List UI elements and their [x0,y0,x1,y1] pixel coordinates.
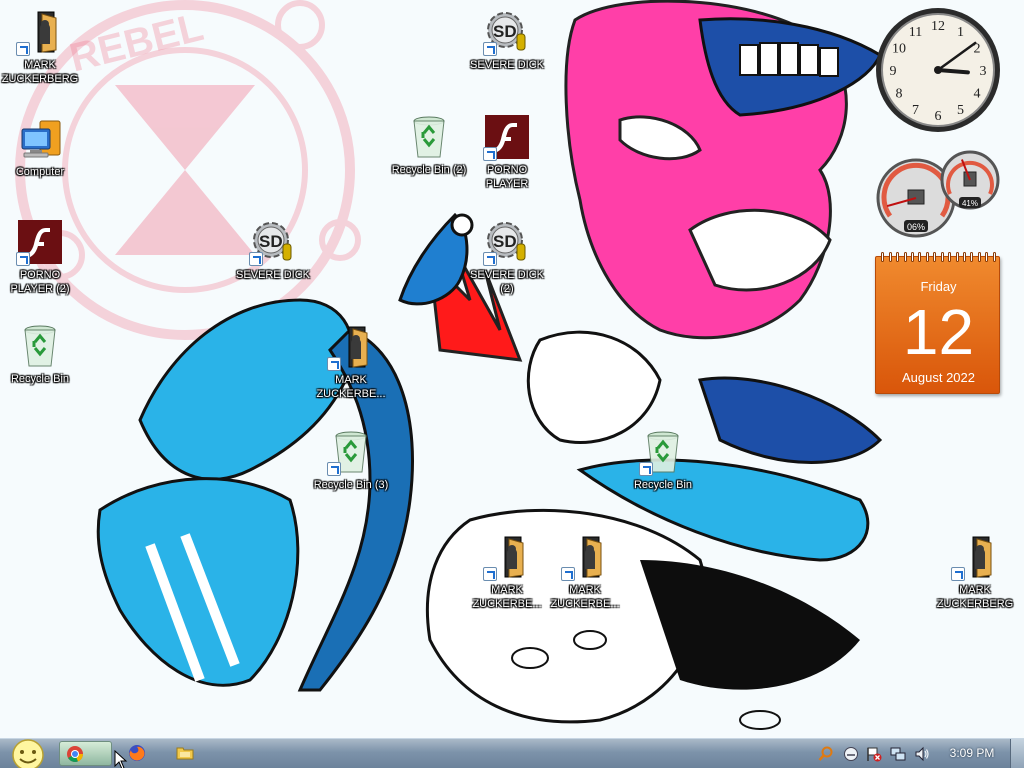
mouse-cursor-icon [114,750,128,768]
sd-gear-icon: SD [249,218,297,266]
desktop-icon-label: Computer [15,166,65,178]
clock-numeral: 10 [892,42,906,57]
desktop[interactable]: REBEL MARK ZUCKERBERG Computer PORNO PLA… [0,0,1024,738]
desktop-icon-mark-zuckerberg-5[interactable]: MARK ZUCKERBERG [935,533,1015,629]
desktop-icon-severe-dick-2[interactable]: SD SEVERE DICK (2) [467,218,547,314]
calendar-month: August 2022 [901,370,975,385]
cpu-meter-gadget[interactable]: 06% 41% [874,146,1002,238]
smiley-orb-icon [12,739,44,768]
document-file-icon [16,8,64,56]
chrome-icon [67,746,83,762]
calendar-binding [876,252,1001,262]
sd-gear-icon: SD [483,218,531,266]
memory-percent: 41% [962,199,978,208]
clock-numeral: 6 [935,109,942,124]
recycle-bin-icon [639,428,687,476]
desktop-icon-label: PORNO PLAYER (2) [10,269,70,295]
clock-numeral: 11 [909,25,922,40]
desktop-icon-label: MARK ZUCKERBERG [1,59,79,85]
desktop-icon-label: SEVERE DICK [470,59,544,71]
desktop-icon-porno-player[interactable]: PORNO PLAYER [467,113,547,209]
computer-icon [16,115,64,163]
document-file-icon [561,533,609,581]
taskbar-explorer-button[interactable] [170,741,200,766]
desktop-icon-label: Recycle Bin (3) [313,479,389,491]
desktop-icon-recycle-bin-4[interactable]: Recycle Bin [623,428,703,524]
svg-text:SD: SD [259,232,283,251]
search-tray-icon[interactable] [818,746,834,762]
desktop-icon-label: Recycle Bin [10,373,70,385]
flash-player-icon [16,218,64,266]
calendar-day: Friday [920,279,957,294]
flag-tray-icon[interactable] [866,746,882,762]
desktop-icon-label: Recycle Bin [633,479,693,491]
taskbar-clock[interactable]: 3:09 PM [940,746,1004,762]
network-tray-icon[interactable] [890,746,906,762]
document-file-icon [327,323,375,371]
clock-hour-hand [936,68,970,75]
desktop-icon-severe-dick-1[interactable]: SD SEVERE DICK [233,218,313,314]
recycle-bin-icon [16,322,64,370]
desktop-icon-recycle-bin-2[interactable]: Recycle Bin (2) [389,113,469,209]
desktop-icon-label: MARK ZUCKERBE... [472,584,542,610]
volume-tray-icon[interactable] [914,746,930,762]
clock-numeral: 1 [957,25,964,40]
desktop-icon-severe-dick-top[interactable]: SD SEVERE DICK [467,8,547,104]
desktop-icon-label: MARK ZUCKERBE... [550,584,620,610]
recycle-bin-icon [405,113,453,161]
desktop-icon-label: SEVERE DICK [236,269,310,281]
firefox-icon [129,745,145,761]
desktop-icon-computer[interactable]: Computer [0,115,80,211]
desktop-icon-porno-player-2[interactable]: PORNO PLAYER (2) [0,218,80,314]
desktop-icon-label: Recycle Bin (2) [391,164,467,176]
clock-numeral: 12 [931,19,945,34]
flash-player-icon [483,113,531,161]
taskbar-chrome-button[interactable] [59,741,112,766]
svg-text:SD: SD [493,22,517,41]
desktop-icon-recycle-bin-3[interactable]: Recycle Bin (3) [311,428,391,524]
desktop-icon-label: PORNO PLAYER [485,164,529,190]
emoji-tray-icon[interactable] [843,746,859,762]
show-desktop-button[interactable] [1010,739,1024,768]
clock-numeral: 7 [912,103,919,118]
document-file-icon [951,533,999,581]
cpu-percent: 06% [907,222,925,232]
clock-numeral: 3 [980,64,987,79]
clock-numeral: 8 [896,87,903,102]
desktop-icon-mark-zuckerberg-4[interactable]: MARK ZUCKERBE... [545,533,625,629]
desktop-icon-mark-zuckerberg-1[interactable]: MARK ZUCKERBERG [0,8,80,104]
folder-icon [176,747,194,760]
clock-numeral: 4 [974,87,981,102]
calendar-date: 12 [902,296,975,368]
desktop-icon-recycle-bin-1[interactable]: Recycle Bin [0,322,80,418]
clock-numeral: 9 [890,64,897,79]
svg-text:SD: SD [493,232,517,251]
recycle-bin-icon [327,428,375,476]
clock-numeral: 5 [957,103,964,118]
clock-gadget[interactable]: 12 1234567891011 [874,6,1002,134]
desktop-icon-mark-zuckerberg-3[interactable]: MARK ZUCKERBE... [467,533,547,629]
sd-gear-icon: SD [483,8,531,56]
calendar-gadget[interactable]: Friday 12 August 2022 [875,252,1000,394]
document-file-icon [483,533,531,581]
desktop-icon-label: MARK ZUCKERBE... [316,374,386,400]
start-button[interactable] [6,738,50,768]
desktop-icon-label: SEVERE DICK (2) [470,269,544,295]
cpu-chip-icon [907,189,925,205]
desktop-icon-label: MARK ZUCKERBERG [936,584,1014,610]
desktop-icon-mark-zuckerberg-2[interactable]: MARK ZUCKERBE... [311,323,391,419]
